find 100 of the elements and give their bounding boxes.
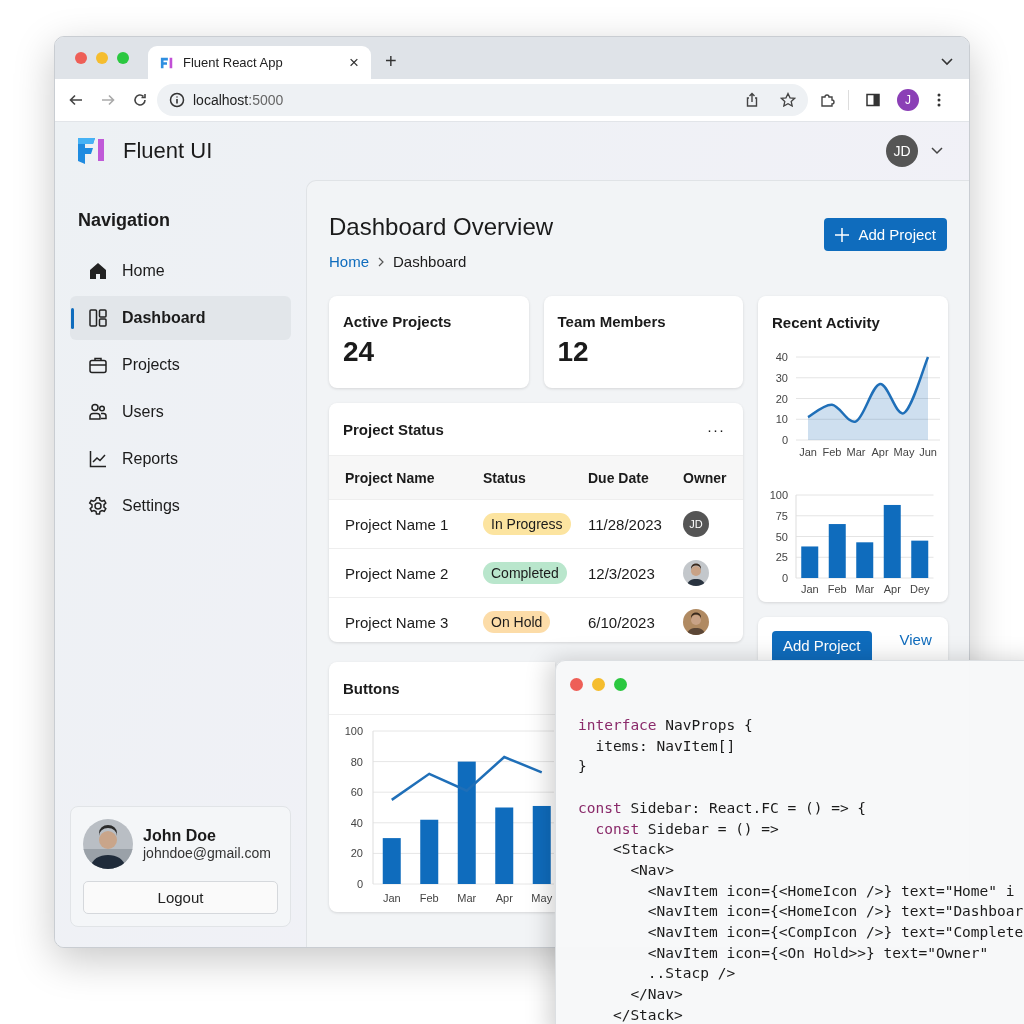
new-tab-button[interactable]: +	[385, 50, 397, 73]
stat-label: Active Projects	[343, 313, 453, 330]
close-tab-button[interactable]: ×	[349, 52, 359, 73]
window-close-button[interactable]	[570, 678, 583, 691]
chevron-down-icon[interactable]	[941, 58, 953, 66]
logout-button[interactable]: Logout	[83, 881, 278, 914]
side-panel-icon[interactable]	[865, 92, 881, 108]
view-link[interactable]: View	[899, 631, 932, 648]
browser-tab[interactable]: Fluent React App ×	[148, 46, 371, 79]
add-project-button[interactable]: Add Project	[824, 218, 947, 251]
axis-label: Apr	[883, 583, 901, 595]
dashboard-icon	[88, 308, 108, 328]
breadcrumb-item[interactable]: Home	[329, 253, 369, 270]
window-close-button[interactable]	[75, 52, 87, 64]
more-button[interactable]: ···	[707, 420, 725, 438]
axis-label: Mar	[457, 892, 477, 904]
nav-item[interactable]: Projects	[70, 343, 291, 387]
axis-label: 25	[775, 551, 788, 564]
axis-label: Feb	[822, 446, 842, 458]
axis-label: 30	[775, 371, 788, 384]
status-tag: In Progress	[483, 513, 571, 535]
profile-button[interactable]: J	[897, 89, 919, 111]
axis-label: 60	[350, 786, 363, 799]
table-cell-text: Project Name 1	[345, 515, 450, 533]
code-line: }	[578, 757, 587, 777]
code-line: <NavItem icon={<CompIcon />} text="Complete	[646, 923, 1024, 942]
axis-label: May	[531, 892, 553, 904]
nav-item[interactable]: Users	[70, 390, 291, 434]
code-line: <Stack>	[611, 840, 675, 860]
sidebar-heading: Navigation	[77, 210, 171, 231]
bar	[856, 542, 874, 578]
card-title: Recent Activity	[771, 314, 881, 331]
status-tag: On Hold	[483, 611, 551, 633]
breadcrumb-item[interactable]: Dashboard	[393, 253, 467, 270]
code-line: </Stack>	[611, 1005, 683, 1024]
axis-label: Apr	[495, 892, 513, 904]
people-icon	[88, 402, 108, 422]
user-name: John Doe	[143, 827, 217, 845]
axis-label: Apr	[871, 446, 889, 458]
table-cell-text: Project Name 2	[345, 564, 450, 582]
axis-label: 80	[350, 755, 363, 768]
axis-label: Feb	[419, 892, 439, 904]
puzzle-icon[interactable]	[820, 92, 836, 108]
briefcase-icon	[88, 355, 108, 375]
column-header: Status	[483, 469, 527, 486]
axis-label: May	[893, 446, 915, 458]
axis-label: Jan	[382, 892, 401, 904]
stat-value: 24	[343, 336, 376, 368]
reload-icon[interactable]	[132, 92, 148, 108]
star-icon[interactable]	[780, 92, 796, 108]
axis-label: 0	[356, 878, 363, 890]
logo-icon	[160, 55, 174, 70]
nav-item[interactable]: Settings	[70, 484, 291, 528]
settings-icon	[88, 496, 108, 516]
axis-label: 20	[350, 847, 363, 860]
code-line: <NavItem icon={<HomeIcon />} text="Dashboar	[646, 902, 1024, 922]
bar	[828, 524, 846, 578]
code-line: </Nav>	[629, 985, 683, 1005]
column-header: Owner	[683, 469, 728, 486]
code-line: const Sidebar: React.FC = () => {	[578, 798, 867, 818]
code-line: const Sidebar = () =>	[594, 819, 779, 839]
nav-item[interactable]: Dashboard	[70, 296, 291, 340]
code-line: <NavItem icon={<HomeIcon />} text="Home" i	[646, 881, 1015, 901]
axis-label: 20	[775, 392, 788, 405]
axis-label: Mar	[855, 583, 875, 595]
axis-label: 100	[769, 489, 788, 501]
info-icon[interactable]	[169, 92, 185, 108]
column-header: Due Date	[588, 469, 650, 486]
axis-label: 40	[350, 816, 363, 829]
add-project-button[interactable]: Add Project	[772, 631, 872, 660]
nav-item[interactable]: Home	[70, 249, 291, 293]
address-bar[interactable]: localhost:5000	[157, 84, 808, 116]
code-line: interface NavProps {	[578, 716, 753, 735]
bar	[382, 838, 401, 884]
share-icon[interactable]	[744, 92, 760, 108]
plus-icon	[835, 227, 850, 242]
axis-label: Feb	[827, 583, 847, 595]
bar	[420, 819, 439, 884]
axis-label: Jan	[800, 583, 819, 595]
tab-title: Fluent React App	[183, 55, 284, 70]
code-line: <NavItem icon={<On Hold>>} text="Owner"	[646, 943, 989, 963]
status-tag: Completed	[483, 562, 567, 584]
home-icon	[88, 261, 108, 281]
table-cell-text: Project Name 3	[345, 613, 450, 631]
more-icon[interactable]	[937, 92, 941, 108]
card-title: Buttons	[343, 679, 400, 697]
code-line: <Nav>	[629, 860, 675, 880]
chevron-down-icon[interactable]	[931, 147, 943, 155]
axis-label: Jan	[799, 446, 817, 458]
code-line: ..Stacp />	[646, 964, 736, 984]
chevron-right-icon	[378, 256, 384, 267]
code-line: items: NavItem[]	[594, 736, 736, 756]
user-avatar[interactable]: JD	[886, 135, 918, 167]
axis-label: 40	[775, 351, 788, 363]
stat-label: Team Members	[557, 313, 667, 330]
owner-avatar: JD	[683, 511, 709, 537]
back-arrow-icon[interactable]	[68, 92, 84, 108]
nav-item[interactable]: Reports	[70, 437, 291, 481]
brand-name: Fluent UI	[123, 138, 213, 164]
axis-label: 0	[781, 434, 788, 446]
